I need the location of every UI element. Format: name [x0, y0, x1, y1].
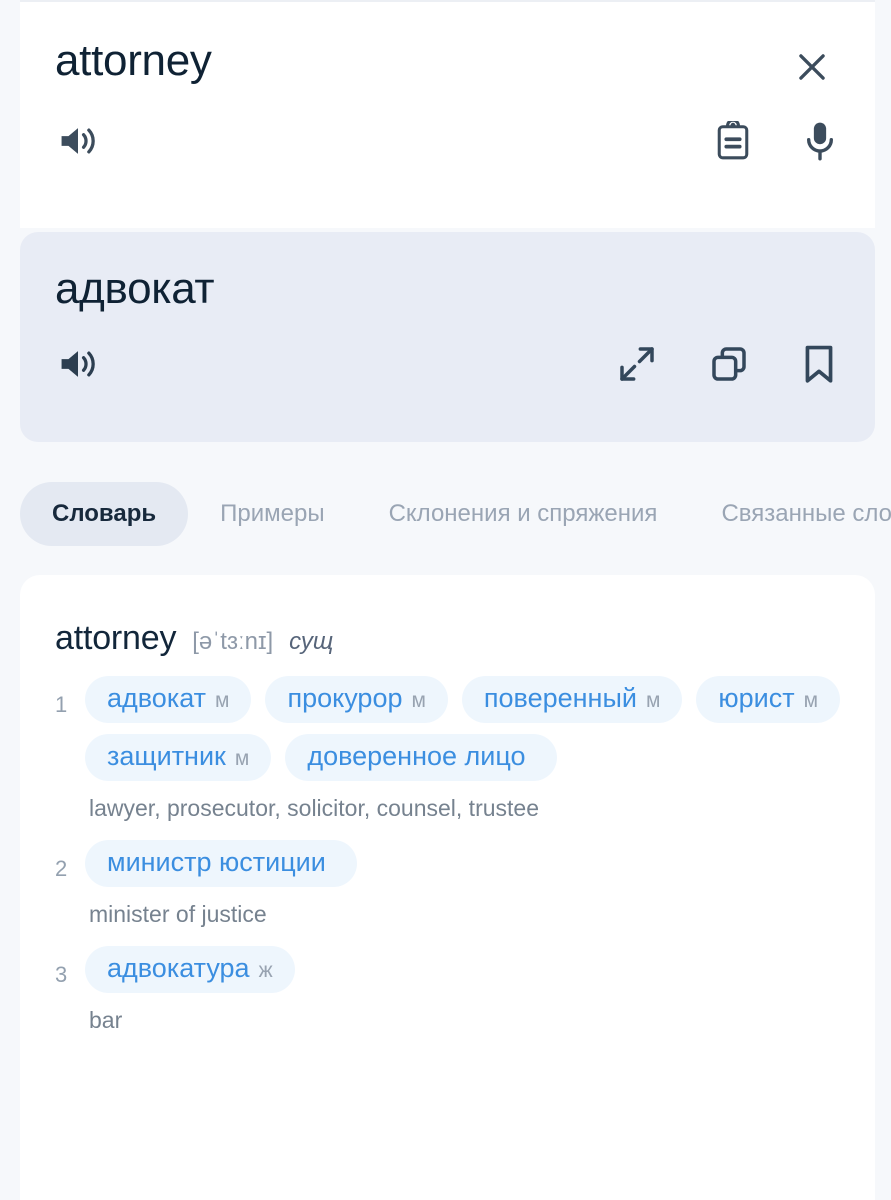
- expand-icon[interactable]: [617, 344, 657, 384]
- sense-content: министр юстиции minister of justice: [85, 840, 843, 940]
- close-icon[interactable]: [785, 40, 839, 94]
- sense-gloss: minister of justice: [89, 901, 267, 927]
- translation-chip[interactable]: доверенное лицо: [285, 734, 557, 781]
- translation-chip-row: адвокатура ж: [85, 946, 843, 993]
- speaker-icon[interactable]: [55, 344, 101, 384]
- chip-gender: ж: [258, 959, 273, 982]
- translation-chip[interactable]: юрист м: [696, 676, 841, 723]
- translation-chip[interactable]: адвокат м: [85, 676, 252, 723]
- source-toolbar: [55, 120, 845, 162]
- chip-label: юрист: [718, 683, 795, 713]
- translation-chip-row: адвокат м прокурор м поверенный м юрист …: [85, 676, 843, 781]
- chip-label: защитник: [107, 741, 226, 771]
- translation-chip[interactable]: прокурор м: [265, 676, 448, 723]
- source-word: attorney: [55, 36, 212, 85]
- sense-number: 3: [55, 962, 68, 987]
- translation-chip[interactable]: министр юстиции: [85, 840, 357, 887]
- translator-app: attorney адвокат Словарь Примеры Склонен…: [0, 0, 891, 1200]
- sense-block: 2 министр юстиции minister of justice: [55, 840, 843, 940]
- tab-dictionary[interactable]: Словарь: [20, 482, 189, 546]
- sense-block: 3 адвокатура ж bar: [55, 946, 843, 1046]
- source-header-row: attorney: [55, 36, 845, 94]
- translation-panel: адвокат: [20, 232, 875, 442]
- dictionary-entry-header: attorney [əˈtɜːnɪ] сущ: [55, 619, 843, 658]
- section-tabs[interactable]: Словарь Примеры Склонения и спряжения Св…: [20, 478, 891, 550]
- tab-related-words[interactable]: Связанные слова: [689, 482, 891, 546]
- chip-label: доверенное лицо: [307, 741, 526, 771]
- tab-examples[interactable]: Примеры: [188, 482, 356, 546]
- sense-number: 1: [55, 692, 68, 717]
- translation-actions: [617, 343, 837, 385]
- chip-label: министр юстиции: [107, 847, 326, 877]
- entry-part-of-speech: сущ: [289, 628, 334, 655]
- translation-chip-row: министр юстиции: [85, 840, 843, 887]
- sense-gloss: lawyer, prosecutor, solicitor, counsel, …: [89, 795, 539, 821]
- chip-label: адвокат: [107, 683, 207, 713]
- sense-content: адвокат м прокурор м поверенный м юрист …: [85, 676, 843, 834]
- translation-chip[interactable]: защитник м: [85, 734, 272, 781]
- chip-label: поверенный: [483, 683, 637, 713]
- dictionary-card: attorney [əˈtɜːnɪ] сущ 1 адвокат м проку…: [20, 575, 875, 1200]
- entry-transcription: [əˈtɜːnɪ]: [192, 628, 274, 655]
- chip-label: прокурор: [287, 683, 403, 713]
- chip-gender: м: [803, 689, 819, 712]
- translation-word: адвокат: [55, 264, 215, 313]
- chip-label: адвокатура: [107, 953, 250, 983]
- chip-gender: м: [234, 747, 250, 770]
- tab-declensions[interactable]: Склонения и спряжения: [357, 482, 690, 546]
- source-text-panel: attorney: [20, 0, 875, 228]
- sense-gloss: bar: [89, 1007, 123, 1033]
- microphone-icon[interactable]: [803, 120, 837, 162]
- clipboard-icon[interactable]: [715, 121, 751, 161]
- chip-gender: м: [215, 689, 230, 712]
- sense-content: адвокатура ж bar: [85, 946, 843, 1046]
- bookmark-icon[interactable]: [801, 343, 837, 385]
- translation-chip[interactable]: поверенный м: [461, 676, 683, 723]
- sense-number: 2: [55, 856, 68, 881]
- translation-chip[interactable]: адвокатура ж: [85, 946, 295, 993]
- sense-block: 1 адвокат м прокурор м поверенный м юрис…: [55, 676, 843, 834]
- copy-icon[interactable]: [709, 344, 749, 384]
- source-input-actions: [715, 120, 837, 162]
- translation-toolbar: [55, 343, 845, 385]
- chip-gender: м: [411, 689, 426, 712]
- chip-gender: м: [645, 689, 661, 712]
- speaker-icon[interactable]: [55, 121, 101, 161]
- entry-headword: attorney: [55, 619, 177, 657]
